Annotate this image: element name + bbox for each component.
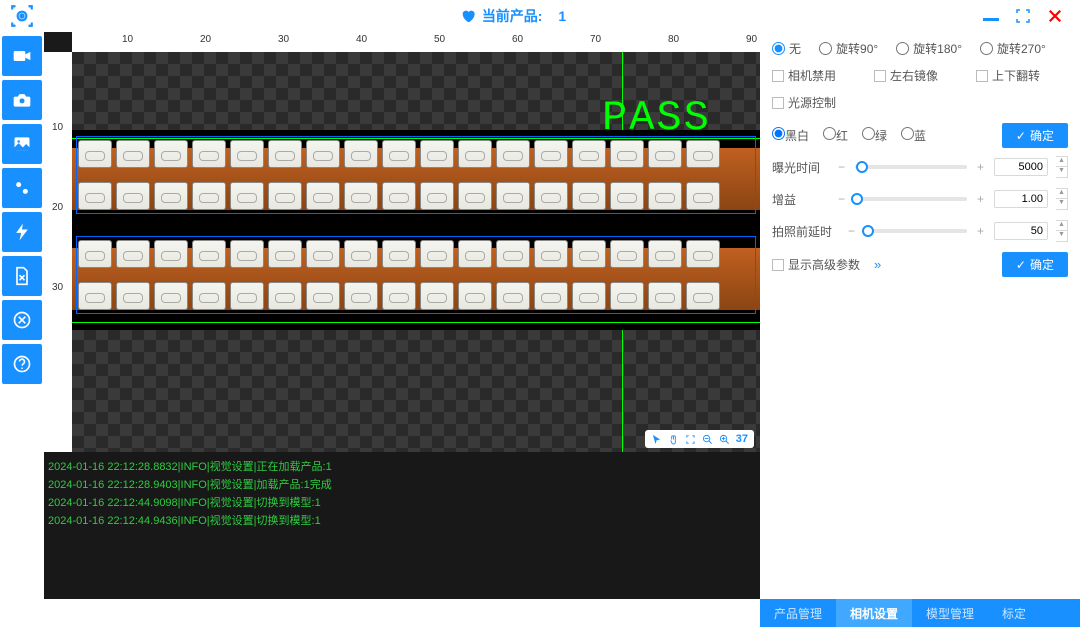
exposure-row: 曝光时间 − + ▲▼ bbox=[772, 156, 1068, 178]
delay-plus[interactable]: + bbox=[975, 224, 986, 238]
pointer-icon[interactable] bbox=[651, 434, 662, 445]
exposure-plus[interactable]: + bbox=[975, 160, 986, 174]
title-bar: 当前产品: 1 bbox=[0, 0, 1080, 32]
viewer-toolbar: 37 bbox=[645, 430, 754, 448]
log-line: 2024-01-16 22:12:44.9436|INFO|视觉设置|切换到模型… bbox=[48, 512, 756, 530]
maximize-button[interactable] bbox=[1014, 7, 1032, 25]
tab-camera-settings[interactable]: 相机设置 bbox=[836, 599, 912, 627]
log-panel[interactable]: 2024-01-16 22:12:28.8832|INFO|视觉设置|正在加载产… bbox=[44, 452, 760, 599]
exposure-slider[interactable] bbox=[855, 165, 967, 169]
file-x-button[interactable] bbox=[2, 256, 42, 296]
color-bw[interactable]: 黑白 bbox=[772, 127, 809, 144]
tab-model-mgmt[interactable]: 模型管理 bbox=[912, 599, 988, 627]
light-control-checkbox[interactable]: 光源控制 bbox=[772, 94, 836, 111]
close-circle-button[interactable] bbox=[2, 300, 42, 340]
rotation-90[interactable]: 旋转90° bbox=[819, 40, 878, 57]
window-controls bbox=[982, 7, 1080, 25]
ruler-horizontal: 10 20 30 40 50 60 70 80 90 bbox=[72, 32, 760, 52]
product-index: 1 bbox=[558, 8, 566, 24]
minimize-button[interactable] bbox=[982, 7, 1000, 25]
disable-camera-checkbox[interactable]: 相机禁用 bbox=[772, 67, 836, 84]
color-red[interactable]: 红 bbox=[823, 127, 848, 144]
hand-icon[interactable] bbox=[668, 434, 679, 445]
gain-row: 增益 − + ▲▼ bbox=[772, 188, 1068, 210]
app-logo-icon bbox=[0, 0, 44, 32]
gain-minus[interactable]: − bbox=[836, 192, 847, 206]
delay-up[interactable]: ▲ bbox=[1056, 221, 1067, 231]
heart-icon bbox=[460, 8, 476, 24]
gain-down[interactable]: ▼ bbox=[1056, 199, 1067, 209]
mirror-lr-checkbox[interactable]: 左右镜像 bbox=[874, 67, 938, 84]
flip-ud-checkbox[interactable]: 上下翻转 bbox=[976, 67, 1040, 84]
delay-down[interactable]: ▼ bbox=[1056, 231, 1067, 241]
footer-tabs: 产品管理 相机设置 模型管理 标定 bbox=[760, 599, 1080, 627]
rotation-180[interactable]: 旋转180° bbox=[896, 40, 962, 57]
image-button[interactable] bbox=[2, 124, 42, 164]
transform-group: 相机禁用 左右镜像 上下翻转 bbox=[772, 67, 1068, 84]
zoom-out-icon[interactable] bbox=[702, 434, 713, 445]
delay-label: 拍照前延时 bbox=[772, 223, 838, 240]
exposure-up[interactable]: ▲ bbox=[1056, 157, 1067, 167]
settings-button[interactable] bbox=[2, 168, 42, 208]
delay-input[interactable] bbox=[994, 222, 1048, 240]
log-line: 2024-01-16 22:12:44.9098|INFO|视觉设置|切换到模型… bbox=[48, 494, 756, 512]
light-control-row: 光源控制 bbox=[772, 94, 1068, 111]
canvas[interactable]: PASS bbox=[72, 52, 760, 452]
show-advanced-checkbox[interactable]: 显示高级参数 bbox=[772, 256, 860, 273]
help-button[interactable] bbox=[2, 344, 42, 384]
exposure-minus[interactable]: − bbox=[836, 160, 847, 174]
delay-slider[interactable] bbox=[865, 229, 967, 233]
color-confirm-button[interactable]: ✓ 确定 bbox=[1002, 123, 1068, 148]
color-group: 黑白 红 绿 蓝 bbox=[772, 127, 926, 144]
zoom-value: 37 bbox=[736, 433, 748, 445]
exposure-input[interactable] bbox=[994, 158, 1048, 176]
zoom-in-icon[interactable] bbox=[719, 434, 730, 445]
rotation-270[interactable]: 旋转270° bbox=[980, 40, 1046, 57]
close-button[interactable] bbox=[1046, 7, 1064, 25]
delay-row: 拍照前延时 − + ▲▼ bbox=[772, 220, 1068, 242]
detection-box bbox=[76, 236, 756, 314]
detection-box bbox=[76, 136, 756, 214]
log-line: 2024-01-16 22:12:28.9403|INFO|视觉设置|加载产品:… bbox=[48, 476, 756, 494]
gain-plus[interactable]: + bbox=[975, 192, 986, 206]
gain-slider[interactable] bbox=[855, 197, 967, 201]
delay-minus[interactable]: − bbox=[846, 224, 857, 238]
exposure-label: 曝光时间 bbox=[772, 159, 828, 176]
title-label: 当前产品: bbox=[482, 6, 543, 26]
color-blue[interactable]: 蓝 bbox=[901, 127, 926, 144]
advanced-confirm-button[interactable]: ✓ 确定 bbox=[1002, 252, 1068, 277]
product-title: 当前产品: 1 bbox=[44, 6, 982, 26]
gain-label: 增益 bbox=[772, 191, 828, 208]
sidebar bbox=[0, 32, 44, 599]
exposure-down[interactable]: ▼ bbox=[1056, 167, 1067, 177]
rotation-group: 无 旋转90° 旋转180° 旋转270° bbox=[772, 40, 1068, 57]
color-green[interactable]: 绿 bbox=[862, 127, 887, 144]
image-viewer[interactable]: 10 20 30 40 50 60 70 80 90 10 20 30 PASS bbox=[44, 32, 760, 452]
flash-button[interactable] bbox=[2, 212, 42, 252]
expand-icon[interactable]: » bbox=[874, 257, 881, 272]
rotation-none[interactable]: 无 bbox=[772, 40, 801, 57]
video-button[interactable] bbox=[2, 36, 42, 76]
inspection-image bbox=[72, 130, 760, 330]
camera-button[interactable] bbox=[2, 80, 42, 120]
gain-up[interactable]: ▲ bbox=[1056, 189, 1067, 199]
settings-panel: 无 旋转90° 旋转180° 旋转270° 相机禁用 左右镜像 上下翻转 光源控… bbox=[760, 32, 1080, 599]
log-line: 2024-01-16 22:12:28.8832|INFO|视觉设置|正在加载产… bbox=[48, 458, 756, 476]
fit-icon[interactable] bbox=[685, 434, 696, 445]
ruler-vertical: 10 20 30 bbox=[44, 52, 72, 452]
tab-calibration[interactable]: 标定 bbox=[988, 599, 1040, 627]
gain-input[interactable] bbox=[994, 190, 1048, 208]
tab-product-mgmt[interactable]: 产品管理 bbox=[760, 599, 836, 627]
roi-line bbox=[72, 322, 760, 323]
